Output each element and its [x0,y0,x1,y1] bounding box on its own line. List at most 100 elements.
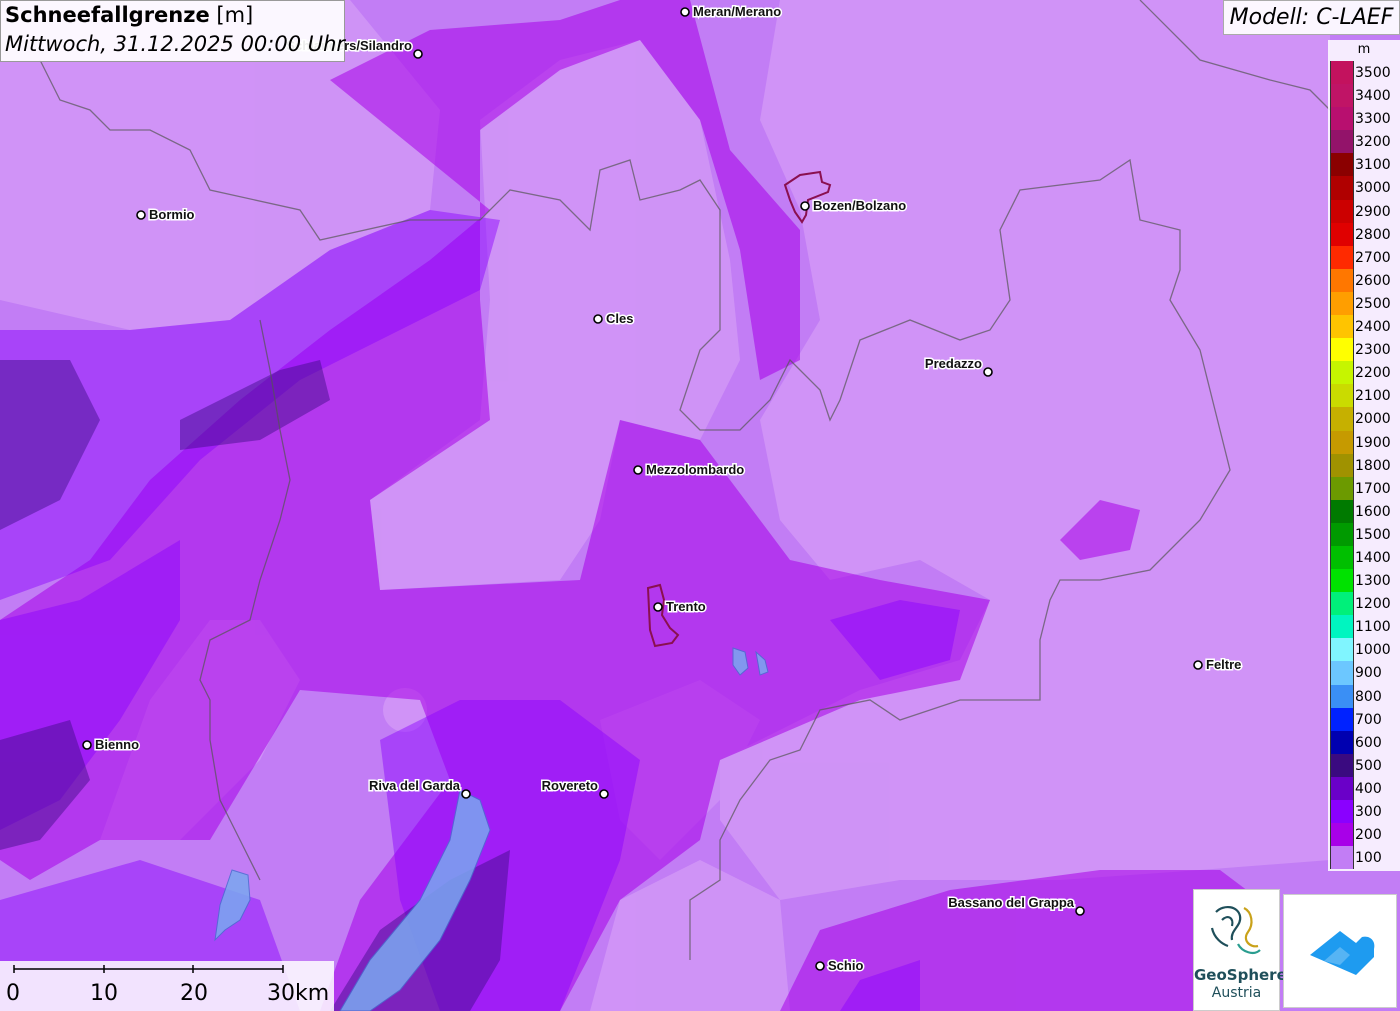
legend-label: 900 [1355,665,1382,682]
scale-label-20: 20 [180,981,208,1006]
legend-entry: 1900 [1328,430,1400,454]
city-label: Bienno [95,737,139,752]
legend-entry: 600 [1328,730,1400,754]
legend-label: 1900 [1355,434,1391,451]
legend-swatch [1330,222,1354,246]
legend-entry: 700 [1328,707,1400,731]
legend-swatch [1330,176,1354,200]
legend-entry: 1200 [1328,592,1400,616]
legend-swatch [1330,499,1354,523]
legend-entry: 1500 [1328,522,1400,546]
legend-label: 3000 [1355,180,1391,197]
legend-swatch [1330,707,1354,731]
city-marker: Mezzolombardo [633,461,746,479]
geosphere-logo[interactable]: GeoSphere Austria [1193,889,1287,1011]
legend-swatch [1330,407,1354,431]
city-label: Schio [828,958,863,973]
city-dot [82,740,92,750]
legend-unit: m [1357,42,1371,57]
legend-swatch [1330,684,1354,708]
city-dot [680,7,690,17]
legend-entry: 2600 [1328,268,1400,292]
legend-entry: 3200 [1328,130,1400,154]
legend-label: 2700 [1355,249,1391,266]
legend-entry: 400 [1328,776,1400,800]
page-title: Schneefallgrenze [m] [5,3,253,27]
legend-label: 1100 [1355,619,1391,636]
legend-label: 100 [1355,850,1382,867]
geosphere-logo-line2: Austria [1211,985,1262,1001]
legend-swatch [1330,153,1354,177]
legend-swatch [1330,291,1354,316]
legend-swatch [1330,384,1354,408]
legend-swatch [1330,453,1354,477]
legend-label: 3300 [1355,111,1391,128]
legend-swatch [1330,476,1354,500]
legend-label: 1500 [1355,526,1391,543]
city-label: Mezzolombardo [646,462,744,477]
legend-entry: 3000 [1328,176,1400,200]
city-label: Meran/Merano [693,4,781,19]
city-label: Bozen/Bolzano [813,198,906,213]
city-dot [593,314,603,324]
city-dot [1075,906,1085,916]
legend-entry: 2900 [1328,199,1400,223]
legend-swatch [1330,545,1354,570]
legend-entry: 2300 [1328,338,1400,362]
legend-swatch [1330,268,1354,292]
legend-entry: 1600 [1328,499,1400,523]
city-dot [1193,660,1203,670]
legend-entry: 2000 [1328,407,1400,431]
legend-entry: 2100 [1328,384,1400,408]
legend-swatch [1330,522,1354,546]
legend-swatch [1330,84,1354,108]
legend-swatch [1330,776,1354,800]
legend-label: 1400 [1355,549,1391,566]
legend-swatch [1330,315,1354,339]
legend-label: 200 [1355,827,1382,844]
snowfall-limit-map[interactable]: Meran/MeranoSchlanders/SilandroBozen/Bol… [0,0,1400,1011]
model-label: Modell: C-LAEF [1223,0,1400,35]
color-legend: m 3500 3400 3300 3200 3100 3000 2900 2800 2700 26… [1328,40,1400,871]
legend-label: 400 [1355,780,1382,797]
city-dot [413,49,423,59]
legend-entry: 200 [1328,823,1400,847]
city-label: Bormio [149,207,195,222]
city-label: Cles [606,311,633,326]
geosphere-emblem-icon [1210,906,1261,954]
city-dot [136,210,146,220]
legend-label: 2500 [1355,295,1391,312]
legend-entry: 800 [1328,684,1400,708]
legend-label: 3100 [1355,157,1391,174]
legend-entry: 1000 [1328,638,1400,662]
legend-label: 1200 [1355,596,1391,613]
title-text: Schneefallgrenze [5,3,210,27]
legend-swatch [1330,130,1354,154]
city-dot [815,961,825,971]
legend-label: 700 [1355,711,1382,728]
city-label: Rovereto [542,778,598,793]
legend-label: 1800 [1355,457,1391,474]
legend-entry: 2500 [1328,291,1400,316]
legend-swatch [1330,800,1354,824]
title-unit: [m] [216,3,254,27]
legend-swatch [1330,569,1354,593]
legend-entry: 500 [1328,753,1400,777]
legend-swatch [1330,245,1354,269]
legend-label: 2300 [1355,342,1391,359]
legend-entry: 300 [1328,800,1400,824]
city-label: Predazzo [925,356,982,371]
legend-entry: 1100 [1328,615,1400,639]
legend-entry: 2800 [1328,222,1400,246]
legend-label: 600 [1355,734,1382,751]
legend-entry: 1300 [1328,569,1400,593]
forecast-datetime: Mittwoch, 31.12.2025 00:00 Uhr [5,32,346,56]
city-dot [599,789,609,799]
legend-swatch [1330,338,1354,362]
legend-label: 3200 [1355,134,1391,151]
city-marker: Bozen/Bolzano [800,197,908,215]
legend-label: 2200 [1355,365,1391,382]
legend-label: 800 [1355,688,1382,705]
legend-swatch [1330,61,1354,85]
app-logo[interactable] [1283,894,1397,1008]
